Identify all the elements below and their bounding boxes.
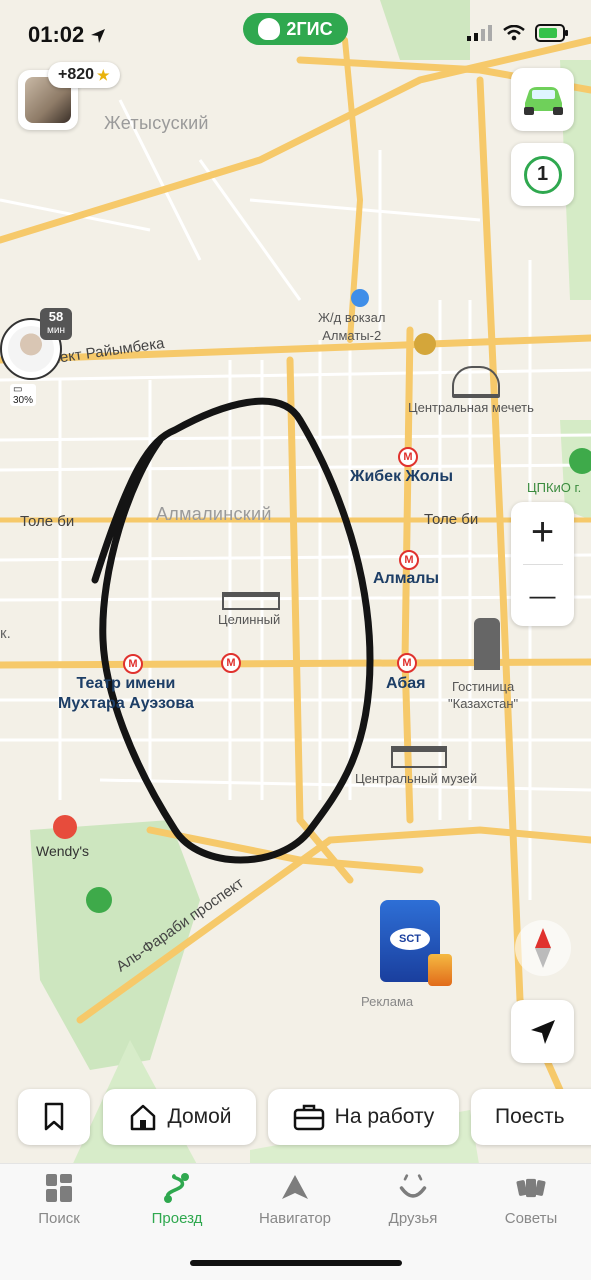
- location-arrow-icon: [530, 1019, 555, 1044]
- car-icon: [523, 86, 563, 115]
- zoom-out-button[interactable]: —: [511, 564, 574, 626]
- ad-banner[interactable]: SCT: [372, 896, 460, 996]
- eat-chip[interactable]: Поесть: [471, 1089, 591, 1145]
- wendys-icon: [53, 815, 77, 839]
- points-badge[interactable]: +820 ★: [48, 62, 120, 88]
- app-logo: 2ГИС: [243, 13, 348, 45]
- work-chip[interactable]: На работу: [268, 1089, 459, 1145]
- home-chip-label: Домой: [167, 1105, 232, 1128]
- eat-chip-label: Поесть: [495, 1105, 565, 1128]
- app-logo-text: 2ГИС: [286, 18, 333, 39]
- notifications-count: 1: [523, 155, 562, 194]
- museum-icon: [391, 746, 447, 768]
- my-location-button[interactable]: [511, 1000, 574, 1063]
- tab-tips-label: Советы: [504, 1210, 558, 1227]
- street-label-cut: к.: [0, 625, 11, 642]
- tab-search-label: Поиск: [38, 1210, 80, 1227]
- metro-icon: М: [397, 653, 417, 673]
- status-icons: [467, 24, 569, 42]
- metro-icon: М: [399, 550, 419, 570]
- metro-icon: М: [221, 653, 241, 673]
- route-icon: [162, 1172, 192, 1204]
- navigator-icon: [280, 1172, 310, 1204]
- metro-zhibek-zholy[interactable]: Жибек Жолы: [350, 467, 453, 487]
- zoom-in-button[interactable]: +: [511, 502, 574, 564]
- metro-almaly[interactable]: Алмалы: [373, 569, 439, 589]
- compass-icon: [535, 928, 551, 968]
- friends-icon: [398, 1172, 428, 1204]
- metro-icon: М: [398, 447, 418, 467]
- poi-railway-station[interactable]: Ж/д вокзал Алматы-2: [318, 309, 385, 345]
- car-button[interactable]: [511, 68, 574, 131]
- app-root: Жетысуский Алмалинский проспект Райымбек…: [0, 0, 591, 1280]
- grid-icon: [44, 1172, 74, 1204]
- map-view[interactable]: Жетысуский Алмалинский проспект Райымбек…: [0, 0, 591, 1170]
- bookmarks-button[interactable]: [18, 1089, 90, 1145]
- friend-eta-unit: мин: [47, 325, 65, 336]
- district-label-almaly: Алмалинский: [156, 504, 272, 524]
- tab-tips[interactable]: Советы: [472, 1172, 590, 1232]
- location-arrow-icon: [91, 29, 106, 44]
- briefcase-icon: [293, 1104, 324, 1131]
- wifi-icon: [503, 25, 525, 41]
- district-label-zhetysu: Жетысуский: [104, 113, 209, 133]
- home-indicator: [190, 1260, 402, 1266]
- poi-wendys[interactable]: Wendy's: [36, 843, 89, 859]
- goose-icon: [258, 18, 281, 40]
- metro-auezov-theatre[interactable]: Театр имени Мухтара Ауэзова: [58, 674, 194, 714]
- friend-battery: ▭ 30%: [10, 384, 37, 406]
- status-time-text: 01:02: [28, 22, 85, 47]
- poi-park[interactable]: ЦПКиО г.: [527, 480, 581, 495]
- cinema-icon: [222, 592, 280, 610]
- friend-eta-minutes: 58: [48, 309, 64, 324]
- hotel-icon: [474, 618, 500, 670]
- ad-brand-logo: SCT: [390, 928, 430, 950]
- park-icon-right: [569, 448, 591, 474]
- star-icon: ★: [97, 66, 110, 83]
- house-icon: [130, 1104, 155, 1131]
- poi-mosque[interactable]: Центральная мечеть: [408, 400, 534, 415]
- poi-hotel-kazakhstan[interactable]: Гостиница "Казахстан": [448, 678, 518, 712]
- work-chip-label: На работу: [334, 1105, 435, 1128]
- landmark-icon: [414, 333, 436, 355]
- battery-icon: [535, 24, 568, 42]
- jar-image: [428, 954, 452, 986]
- zoom-controls: + —: [511, 502, 574, 626]
- tab-navigator[interactable]: Навигатор: [236, 1172, 354, 1232]
- poi-tsinny[interactable]: Целинный: [218, 612, 280, 627]
- metro-abaya[interactable]: Абая: [386, 674, 425, 694]
- cards-icon: [516, 1172, 546, 1204]
- metro-icon: М: [123, 654, 143, 674]
- tab-friends[interactable]: Друзья: [354, 1172, 472, 1232]
- signal-icon: [467, 25, 492, 41]
- compass-button[interactable]: [515, 920, 571, 976]
- mosque-icon: [452, 366, 500, 398]
- train-icon: [351, 289, 369, 307]
- friend-eta-badge: 58 мин: [40, 308, 72, 340]
- home-chip[interactable]: Домой: [103, 1089, 256, 1145]
- bookmark-icon: [44, 1102, 64, 1131]
- ad-label: Реклама: [361, 994, 414, 1009]
- points-value: +820: [58, 66, 95, 83]
- poi-central-museum[interactable]: Центральный музей: [355, 771, 477, 786]
- friend-battery-value: 30%: [13, 395, 34, 406]
- street-label-tole-bi-left: Толе би: [20, 513, 75, 530]
- park-icon: [86, 887, 112, 913]
- tab-navigator-label: Навигатор: [258, 1210, 332, 1227]
- tab-route[interactable]: Проезд: [118, 1172, 236, 1232]
- tab-route-label: Проезд: [151, 1210, 203, 1227]
- street-label-tole-bi-right: Толе би: [424, 511, 479, 528]
- status-time: 01:02: [28, 22, 106, 48]
- tab-search[interactable]: Поиск: [0, 1172, 118, 1232]
- notifications-button[interactable]: 1: [511, 143, 574, 206]
- tab-friends-label: Друзья: [388, 1210, 438, 1227]
- map-base: [0, 0, 591, 1170]
